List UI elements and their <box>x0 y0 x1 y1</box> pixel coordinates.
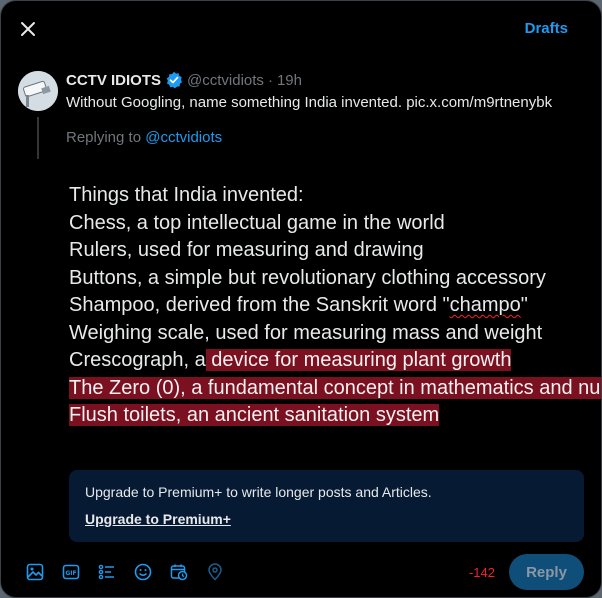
location-icon <box>208 563 222 581</box>
add-emoji-button[interactable] <box>125 559 161 585</box>
tweet-header: CCTV IDIOTS @cctvidiots · 19h <box>66 71 302 89</box>
composer-toolbar: GIF <box>17 559 233 585</box>
schedule-icon <box>170 564 188 581</box>
close-icon <box>21 22 35 36</box>
composer-text: " <box>520 294 528 316</box>
character-counter: -142 <box>468 565 495 580</box>
misspelled-word[interactable]: champo <box>450 294 521 316</box>
tag-location-button[interactable] <box>197 559 233 585</box>
premium-upsell-text: Upgrade to Premium+ to write longer post… <box>85 484 432 500</box>
gif-icon: GIF <box>62 564 80 580</box>
svg-text:GIF: GIF <box>65 570 76 577</box>
poll-icon <box>98 564 114 580</box>
tweet-text: Without Googling, name something India i… <box>66 94 553 111</box>
image-icon <box>26 563 44 581</box>
add-media-button[interactable] <box>17 559 53 585</box>
author-handle[interactable]: @cctvidiots <box>187 72 264 89</box>
premium-upsell-banner: Upgrade to Premium+ to write longer post… <box>69 470 584 542</box>
composer-line: Weighing scale, used for measuring mass … <box>69 321 543 344</box>
composer-line: Flush toilets, an ancient sanitation sys… <box>69 402 569 430</box>
composer-line: Rulers, used for measuring and drawing <box>69 239 424 261</box>
reply-composer[interactable]: Things that India invented: Chess, a top… <box>69 182 601 430</box>
upgrade-premium-link[interactable]: Upgrade to Premium+ <box>85 511 231 527</box>
replying-to: Replying to @cctvidiots <box>66 129 222 146</box>
avatar[interactable] <box>18 71 58 111</box>
verified-badge-icon <box>165 71 183 89</box>
emoji-icon <box>134 563 152 581</box>
composer-line: Buttons, a simple but revolutionary clot… <box>69 266 546 289</box>
composer-line: Crescograph, a device for measuring plan… <box>69 347 569 375</box>
composer-line: Chess, a top intellectual game in the wo… <box>69 211 445 234</box>
add-gif-button[interactable]: GIF <box>53 559 89 585</box>
composer-text: Crescograph, a <box>69 349 206 371</box>
reply-modal: Drafts CCTV IDIOTS @cctvidiots · 19h Wit… <box>0 0 602 598</box>
over-limit-text: device for measuring plant growth <box>205 349 512 371</box>
close-button[interactable] <box>13 14 43 44</box>
composer-line: The Zero (0), a fundamental concept in m… <box>69 375 601 403</box>
separator-dot: · <box>267 71 273 89</box>
composer-line: Things that India invented: <box>69 184 304 206</box>
drafts-button[interactable]: Drafts <box>525 20 568 37</box>
reply-button[interactable]: Reply <box>509 554 584 590</box>
replying-handle-link[interactable]: @cctvidiots <box>145 129 222 146</box>
thread-line <box>37 117 39 159</box>
over-limit-text: The Zero (0), a fundamental concept in m… <box>69 376 601 399</box>
add-poll-button[interactable] <box>89 559 125 585</box>
tweet-time[interactable]: 19h <box>277 72 302 89</box>
over-limit-text: Flush toilets, an ancient sanitation sys… <box>69 404 440 426</box>
replying-prefix: Replying to <box>66 129 142 146</box>
composer-text: Shampoo, derived from the Sanskrit word … <box>69 294 450 316</box>
composer-line: Shampoo, derived from the Sanskrit word … <box>69 292 569 320</box>
schedule-button[interactable] <box>161 559 197 585</box>
author-name[interactable]: CCTV IDIOTS <box>66 72 161 89</box>
